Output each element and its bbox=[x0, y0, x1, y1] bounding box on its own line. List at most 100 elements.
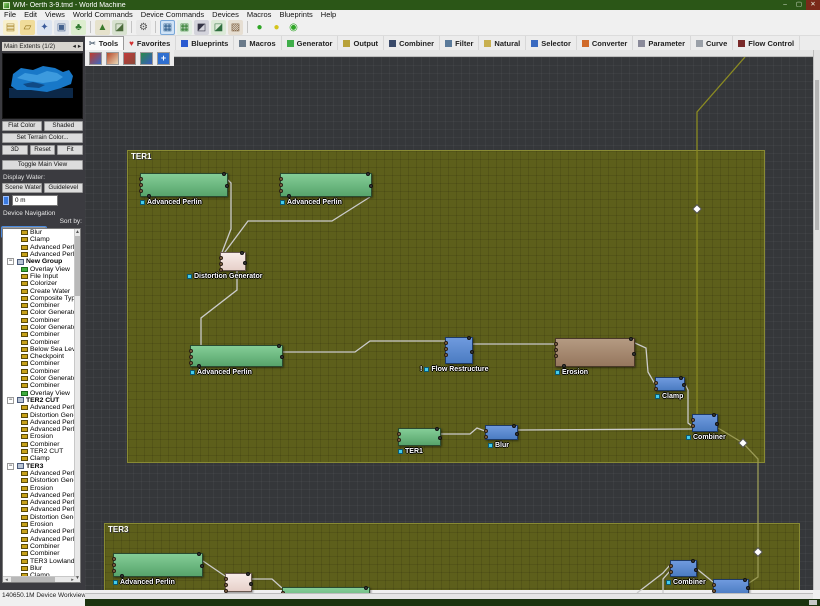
water-level-field[interactable]: 0 m bbox=[12, 195, 58, 206]
wire-junction-diamond-1[interactable] bbox=[692, 204, 702, 214]
input-port[interactable] bbox=[712, 583, 716, 587]
bypass-port[interactable] bbox=[712, 413, 716, 417]
corner-port[interactable] bbox=[147, 194, 151, 198]
guidelevel-button[interactable]: Guidelevel bbox=[43, 183, 83, 193]
bypass-port[interactable] bbox=[512, 424, 516, 428]
bypass-port[interactable] bbox=[197, 552, 201, 556]
tree-item-new-group[interactable]: − New Group bbox=[3, 258, 80, 266]
tree-item-advanced-perlin[interactable]: Advanced Perlin bbox=[3, 528, 80, 535]
bypass-port[interactable] bbox=[366, 172, 370, 176]
bypass-port[interactable] bbox=[222, 172, 226, 176]
bypass-port[interactable] bbox=[246, 572, 250, 576]
menu-device-commands[interactable]: Device Commands bbox=[137, 10, 208, 19]
node-clamp[interactable] bbox=[654, 376, 686, 391]
input-port[interactable] bbox=[189, 349, 193, 353]
build-world-button[interactable]: ◉ bbox=[286, 19, 301, 35]
tab-output[interactable]: Output bbox=[338, 36, 385, 50]
tree-item-advanced-perlin[interactable]: Advanced Perlin bbox=[3, 419, 80, 426]
tree-item-color-generator[interactable]: Color Generator bbox=[3, 375, 80, 382]
wire-5[interactable] bbox=[200, 270, 238, 345]
tree-item-distortion-generator[interactable]: Distortion Generator bbox=[3, 514, 80, 521]
input-port[interactable] bbox=[112, 563, 116, 567]
bypass-port[interactable] bbox=[691, 559, 695, 563]
preview-indicator-icon[interactable] bbox=[113, 580, 118, 585]
tree-item-create-water[interactable]: Create Water bbox=[3, 287, 80, 295]
input-port[interactable] bbox=[554, 354, 558, 358]
input-port[interactable] bbox=[484, 429, 488, 433]
tree-item-ter2-cut[interactable]: TER2 CUT bbox=[3, 448, 80, 455]
input-port[interactable] bbox=[397, 438, 401, 442]
scene-water-button[interactable]: Scene Water: bbox=[2, 183, 42, 193]
canvas-scroll-thumb[interactable] bbox=[815, 80, 819, 230]
split-view-icon[interactable]: ◩ bbox=[194, 19, 209, 35]
node-ter1[interactable] bbox=[397, 427, 442, 446]
new-world-icon[interactable]: ▤ bbox=[3, 19, 18, 35]
input-port[interactable] bbox=[712, 589, 716, 593]
tree-item-erosion[interactable]: Erosion bbox=[3, 484, 80, 492]
tree-item-advanced-perlin[interactable]: Advanced Perlin bbox=[3, 506, 80, 513]
preview-indicator-icon[interactable] bbox=[187, 274, 192, 279]
preview-indicator-icon[interactable] bbox=[555, 370, 560, 375]
tab-tools[interactable]: ✂ Tools bbox=[83, 36, 125, 50]
output-port[interactable] bbox=[225, 184, 229, 188]
wire-11[interactable] bbox=[517, 428, 693, 431]
tab-curve[interactable]: Curve bbox=[691, 36, 734, 50]
node-distortion-generator[interactable] bbox=[219, 251, 247, 272]
project-settings-icon[interactable]: ⚙ bbox=[136, 19, 151, 35]
input-port[interactable] bbox=[279, 183, 283, 187]
world-wizard-icon[interactable]: ✦ bbox=[37, 19, 52, 35]
wire-6[interactable] bbox=[283, 340, 445, 353]
preview-indicator-icon[interactable] bbox=[488, 443, 493, 448]
tree-item-combiner[interactable]: Combiner bbox=[3, 543, 80, 550]
node-combiner[interactable] bbox=[669, 559, 698, 577]
wire-1[interactable] bbox=[696, 57, 746, 414]
menu-world-commands[interactable]: World Commands bbox=[69, 10, 137, 19]
input-port[interactable] bbox=[279, 177, 283, 181]
input-port[interactable] bbox=[281, 591, 285, 593]
fit-button[interactable]: Fit bbox=[57, 145, 84, 155]
tab-converter[interactable]: Converter bbox=[577, 36, 634, 50]
wire-2[interactable] bbox=[717, 427, 759, 584]
output-port[interactable] bbox=[715, 422, 719, 426]
tree-vertical-scrollbar[interactable]: ▲ ▼ bbox=[74, 229, 80, 582]
tree-item-advanced-perlin[interactable]: Advanced Perlin bbox=[3, 535, 80, 543]
texture-view-icon[interactable]: ▨ bbox=[228, 19, 243, 35]
extents-next-button[interactable]: ▸ bbox=[78, 43, 81, 50]
node-combiner[interactable] bbox=[691, 413, 719, 432]
preview-indicator-icon[interactable] bbox=[190, 370, 195, 375]
input-port[interactable] bbox=[139, 189, 143, 193]
build-button[interactable]: ● bbox=[252, 19, 267, 35]
terrain-preview[interactable] bbox=[2, 53, 83, 119]
bypass-port[interactable] bbox=[743, 578, 747, 582]
set-terrain-color-button[interactable]: Set Terrain Color... bbox=[2, 133, 83, 143]
input-port[interactable] bbox=[444, 353, 448, 357]
tree-horizontal-scrollbar[interactable]: ◂ ▸ bbox=[3, 576, 76, 582]
tree-item-file-input[interactable]: File Input bbox=[3, 273, 80, 280]
bypass-port[interactable] bbox=[277, 344, 281, 348]
open-icon[interactable]: ▱ bbox=[20, 19, 35, 35]
tree-scroll-left-icon[interactable]: ◂ bbox=[3, 577, 10, 582]
tab-filter[interactable]: Filter bbox=[440, 36, 480, 50]
output-port[interactable] bbox=[682, 383, 686, 387]
node-flow-restructure[interactable] bbox=[444, 336, 474, 364]
node-erosion[interactable] bbox=[554, 337, 636, 368]
tab-combiner[interactable]: Combiner bbox=[384, 36, 441, 50]
bypass-port[interactable] bbox=[240, 251, 244, 255]
input-port[interactable] bbox=[397, 432, 401, 436]
palette-terrace-icon[interactable] bbox=[123, 51, 136, 65]
input-port[interactable] bbox=[224, 589, 228, 593]
output-port[interactable] bbox=[632, 351, 636, 356]
preview-indicator-icon[interactable] bbox=[280, 200, 285, 205]
input-port[interactable] bbox=[189, 361, 193, 365]
tab-parameter[interactable]: Parameter bbox=[633, 36, 692, 50]
output-port[interactable] bbox=[438, 436, 442, 440]
menu-devices[interactable]: Devices bbox=[208, 10, 243, 19]
canvas-vertical-scrollbar[interactable] bbox=[813, 50, 820, 593]
tree-item-advanced-perlin[interactable]: Advanced Perlin bbox=[3, 492, 80, 499]
tree-item-composite-type[interactable]: Composite Type bbox=[3, 295, 80, 302]
tree-item-distortion-generator[interactable]: Distortion Generator bbox=[3, 477, 80, 484]
reset-button[interactable]: Reset bbox=[29, 145, 56, 155]
export-icon[interactable]: ♣ bbox=[71, 19, 86, 35]
output-port[interactable] bbox=[243, 260, 247, 265]
tree-item-below-sea-level[interactable]: Below Sea Level bbox=[3, 346, 80, 353]
